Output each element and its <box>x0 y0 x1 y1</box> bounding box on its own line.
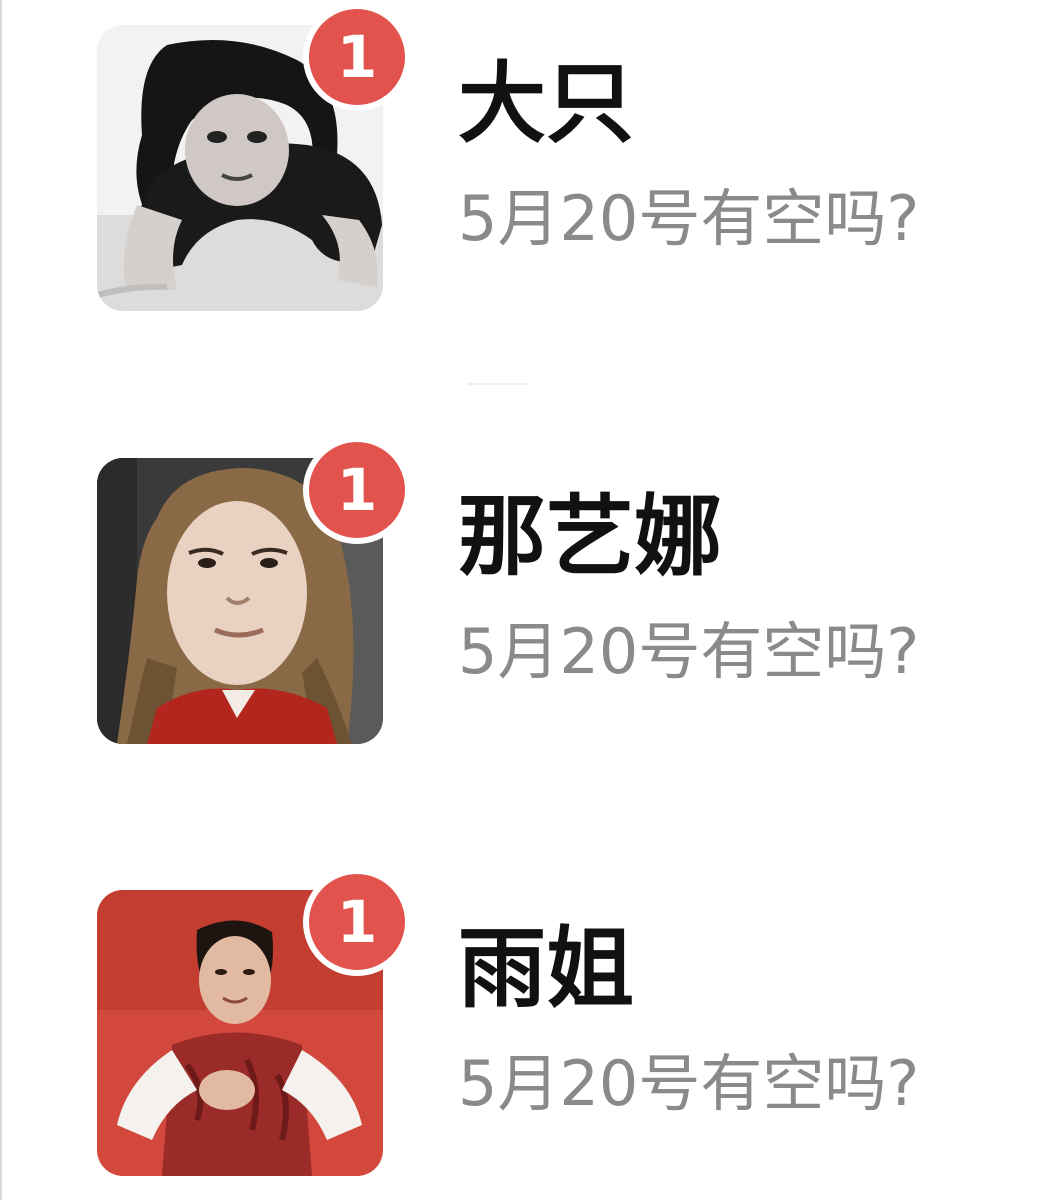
chat-list-item[interactable]: 1 雨姐 5月20号有空吗? <box>0 865 1054 1195</box>
avatar-container[interactable]: 1 <box>97 436 411 744</box>
contact-name: 雨姐 <box>458 917 635 1020</box>
avatar-container[interactable]: 1 <box>97 3 411 311</box>
chat-list-item[interactable]: 1 大只 5月20号有空吗? <box>0 0 1054 330</box>
message-preview: 5月20号有空吗? <box>458 1047 920 1120</box>
unread-count-badge: 1 <box>303 868 411 976</box>
contact-name: 那艺娜 <box>458 485 723 588</box>
unread-count-badge: 1 <box>303 436 411 544</box>
unread-count-badge: 1 <box>303 3 411 111</box>
chat-list-item[interactable]: 1 那艺娜 5月20号有空吗? <box>0 433 1054 763</box>
divider <box>468 383 528 385</box>
message-preview: 5月20号有空吗? <box>458 615 920 688</box>
avatar-container[interactable]: 1 <box>97 868 411 1176</box>
contact-name: 大只 <box>458 52 635 155</box>
message-preview: 5月20号有空吗? <box>458 182 920 255</box>
